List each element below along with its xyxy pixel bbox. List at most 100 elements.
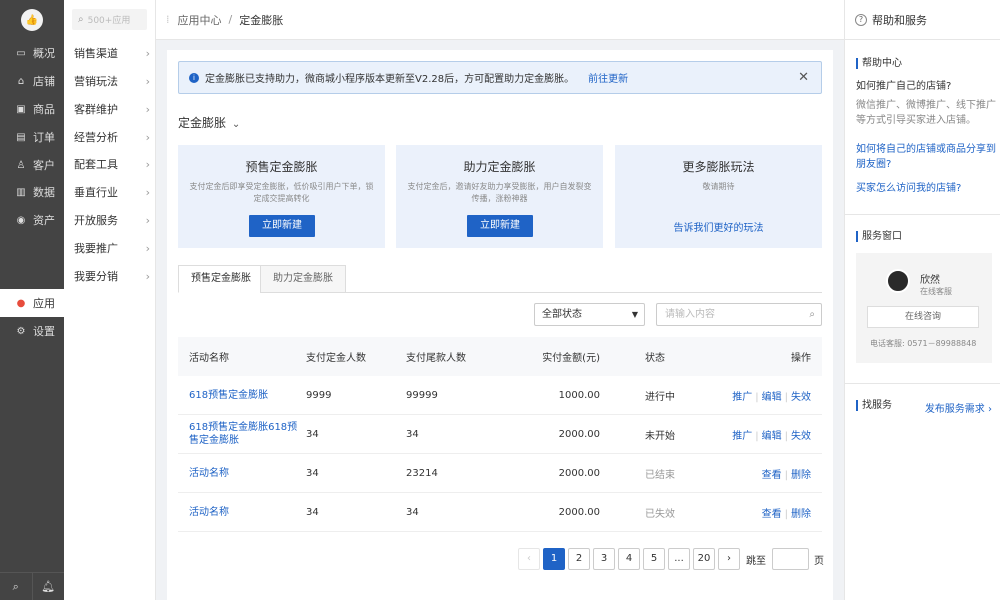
tab-assist[interactable]: 助力定金膨胀 (260, 265, 346, 293)
page-button[interactable]: 5 (643, 548, 665, 570)
chevron-right-icon: › (988, 404, 992, 415)
activity-name-link[interactable]: 活动名称 (178, 506, 306, 519)
delete-action[interactable]: 删除 (791, 509, 811, 520)
subnav-item[interactable]: 经营分析 › (74, 127, 150, 147)
page-ellipsis[interactable]: ... (668, 548, 690, 570)
rail-item-goods[interactable]: ▣ 商品 (0, 95, 64, 123)
collapse-handle-icon[interactable]: ⁞ (166, 13, 170, 26)
invalidate-action[interactable]: 失效 (791, 431, 811, 442)
question-icon: ? (855, 13, 867, 26)
help-link-visit[interactable]: 买家怎么访问我的店铺? (856, 181, 996, 196)
rail-item-data[interactable]: ▥ 数据 (0, 178, 64, 206)
bell-icon[interactable]: 🔔︎ (31, 573, 65, 600)
publish-demand-link[interactable]: 发布服务需求 › (925, 400, 992, 415)
paid-amount: 2000.00 (558, 428, 600, 440)
help-link-share[interactable]: 如何将自己的店铺或商品分享到朋友圈? (856, 142, 996, 172)
phone-service: 电话客服: 0571－89988848 (870, 339, 977, 348)
content-search-input[interactable]: 请输入内容 ⌕ (656, 303, 822, 326)
main-content: i 定金膨胀已支持助力，微商城小程序版本更新至V2.28后，方可配置助力定金膨胀… (167, 50, 833, 600)
update-link[interactable]: 前往更新 (588, 70, 628, 85)
service-window-title: 服务窗口 (856, 231, 902, 242)
rail-item-orders[interactable]: ▤ 订单 (0, 123, 64, 151)
breadcrumb-parent[interactable]: 应用中心 (178, 12, 222, 28)
paid-amount: 2000.00 (558, 506, 600, 518)
app-search-input[interactable]: ⌕ 500+应用 (72, 9, 147, 30)
breadcrumb-current: 定金膨胀 (239, 13, 284, 27)
subnav-item[interactable]: 我要分销 › (74, 266, 150, 286)
table-row: 活动名称 34 23214 2000.00 已结束 查看 | 删除 (178, 454, 822, 493)
subnav-item[interactable]: 配套工具 › (74, 154, 150, 174)
view-action[interactable]: 查看 (762, 470, 782, 481)
next-page-icon[interactable]: › (718, 548, 740, 570)
page-button[interactable]: 1 (543, 548, 565, 570)
agent-role: 在线客服 (920, 287, 952, 296)
subnav-item[interactable]: 垂直行业 › (74, 182, 150, 202)
create-presale-button[interactable]: 立即新建 (249, 215, 315, 237)
page-button[interactable]: 4 (618, 548, 640, 570)
service-card: 欣然 在线客服 在线咨询 电话客服: 0571－89988848 (856, 253, 992, 363)
rail-item-store[interactable]: ⌂ 店铺 (0, 67, 64, 95)
balance-count: 34 (406, 506, 419, 518)
document-icon: ▤ (16, 131, 26, 143)
edit-action[interactable]: 编辑 (762, 392, 782, 403)
card-title: 更多膨胀玩法 (682, 160, 755, 174)
update-notice: i 定金膨胀已支持助力，微商城小程序版本更新至V2.28后，方可配置助力定金膨胀… (178, 61, 822, 94)
create-assist-button[interactable]: 立即新建 (467, 215, 533, 237)
agent-name: 欣然 (920, 275, 940, 286)
suggest-link[interactable]: 告诉我们更好的玩法 (615, 219, 822, 234)
card-desc: 支付定金后，邀请好友助力享受膨胀，用户自发裂变传播，涨粉神器 (407, 182, 592, 203)
subnav-item[interactable]: 我要推广 › (74, 238, 150, 258)
activity-name-link[interactable]: 618预售定金膨胀618预售定金膨胀 (178, 421, 306, 447)
edit-action[interactable]: 编辑 (762, 431, 782, 442)
delete-action[interactable]: 删除 (791, 470, 811, 481)
rail-item-overview[interactable]: ▭ 概况 (0, 39, 64, 67)
breadcrumb-separator: / (228, 13, 233, 26)
help-panel-header: ? 帮助和服务 (845, 0, 1000, 40)
sub-navigation: ⌕ 500+应用 销售渠道 › 营销玩法 › 客群维护 › 经营分析 › 配套工具 › 垂直… (64, 0, 156, 600)
rail-item-assets[interactable]: ◉ 资产 (0, 206, 64, 234)
rail-item-settings[interactable]: ⚙ 设置 (0, 317, 64, 345)
help-panel: ? 帮助和服务 帮助中心 如何推广自己的店铺? 微信推广、微博推广、线下推广等方式… (844, 0, 1000, 600)
search-placeholder: 500+应用 (87, 16, 131, 26)
subnav-item[interactable]: 营销玩法 › (74, 71, 150, 91)
search-icon[interactable]: ⌕ (0, 573, 32, 600)
thumbs-up-icon[interactable]: 👍 (21, 9, 43, 31)
rail-item-apps[interactable]: ● 应用 (0, 289, 64, 317)
help-panel-title: 帮助和服务 (872, 13, 927, 27)
activity-name-link[interactable]: 活动名称 (178, 467, 306, 480)
chevron-right-icon: › (145, 213, 150, 227)
card-assist: 助力定金膨胀 支付定金后，邀请好友助力享受膨胀，用户自发裂变传播，涨粉神器 立即… (396, 145, 603, 248)
subnav-item[interactable]: 客群维护 › (74, 99, 150, 119)
prev-page-icon[interactable]: ‹ (518, 548, 540, 570)
subnav-item-label: 配套工具 (74, 158, 118, 171)
promote-action[interactable]: 推广 (732, 431, 752, 442)
promote-action[interactable]: 推广 (732, 392, 752, 403)
table-row: 活动名称 34 34 2000.00 已失效 查看 | 删除 (178, 493, 822, 532)
page-button[interactable]: 2 (568, 548, 590, 570)
caret-down-icon: ▼ (631, 310, 638, 319)
close-icon[interactable]: ✕ (798, 70, 809, 85)
search-icon[interactable]: ⌕ (809, 304, 815, 325)
subnav-item[interactable]: 销售渠道 › (74, 43, 150, 63)
card-desc: 敬请期待 (702, 182, 735, 191)
card-title: 助力定金膨胀 (463, 160, 536, 174)
status-select[interactable]: 全部状态 ▼ (534, 303, 645, 326)
rail-item-customers[interactable]: ♙ 客户 (0, 151, 64, 179)
gear-icon: ⚙ (16, 325, 26, 337)
balance-count: 99999 (406, 389, 438, 401)
apps-icon: ● (16, 297, 26, 309)
page-button[interactable]: 3 (593, 548, 615, 570)
jump-page-input[interactable] (772, 548, 809, 570)
view-action[interactable]: 查看 (762, 509, 782, 520)
subnav-item[interactable]: 开放服务 › (74, 210, 150, 230)
tab-presale[interactable]: 预售定金膨胀 (178, 265, 264, 293)
page-button[interactable]: 20 (693, 548, 715, 570)
online-consult-button[interactable]: 在线咨询 (867, 306, 979, 328)
invalidate-action[interactable]: 失效 (791, 392, 811, 403)
card-title: 预售定金膨胀 (245, 160, 318, 174)
chevron-circle-icon[interactable]: ⌄ (232, 119, 240, 130)
activity-name-link[interactable]: 618预售定金膨胀 (178, 389, 306, 402)
chevron-right-icon: › (145, 241, 150, 255)
pagination: ‹ 1 2 3 4 5 ... 20 › 跳至 页 (518, 548, 824, 570)
subnav-item-label: 销售渠道 (74, 47, 118, 60)
